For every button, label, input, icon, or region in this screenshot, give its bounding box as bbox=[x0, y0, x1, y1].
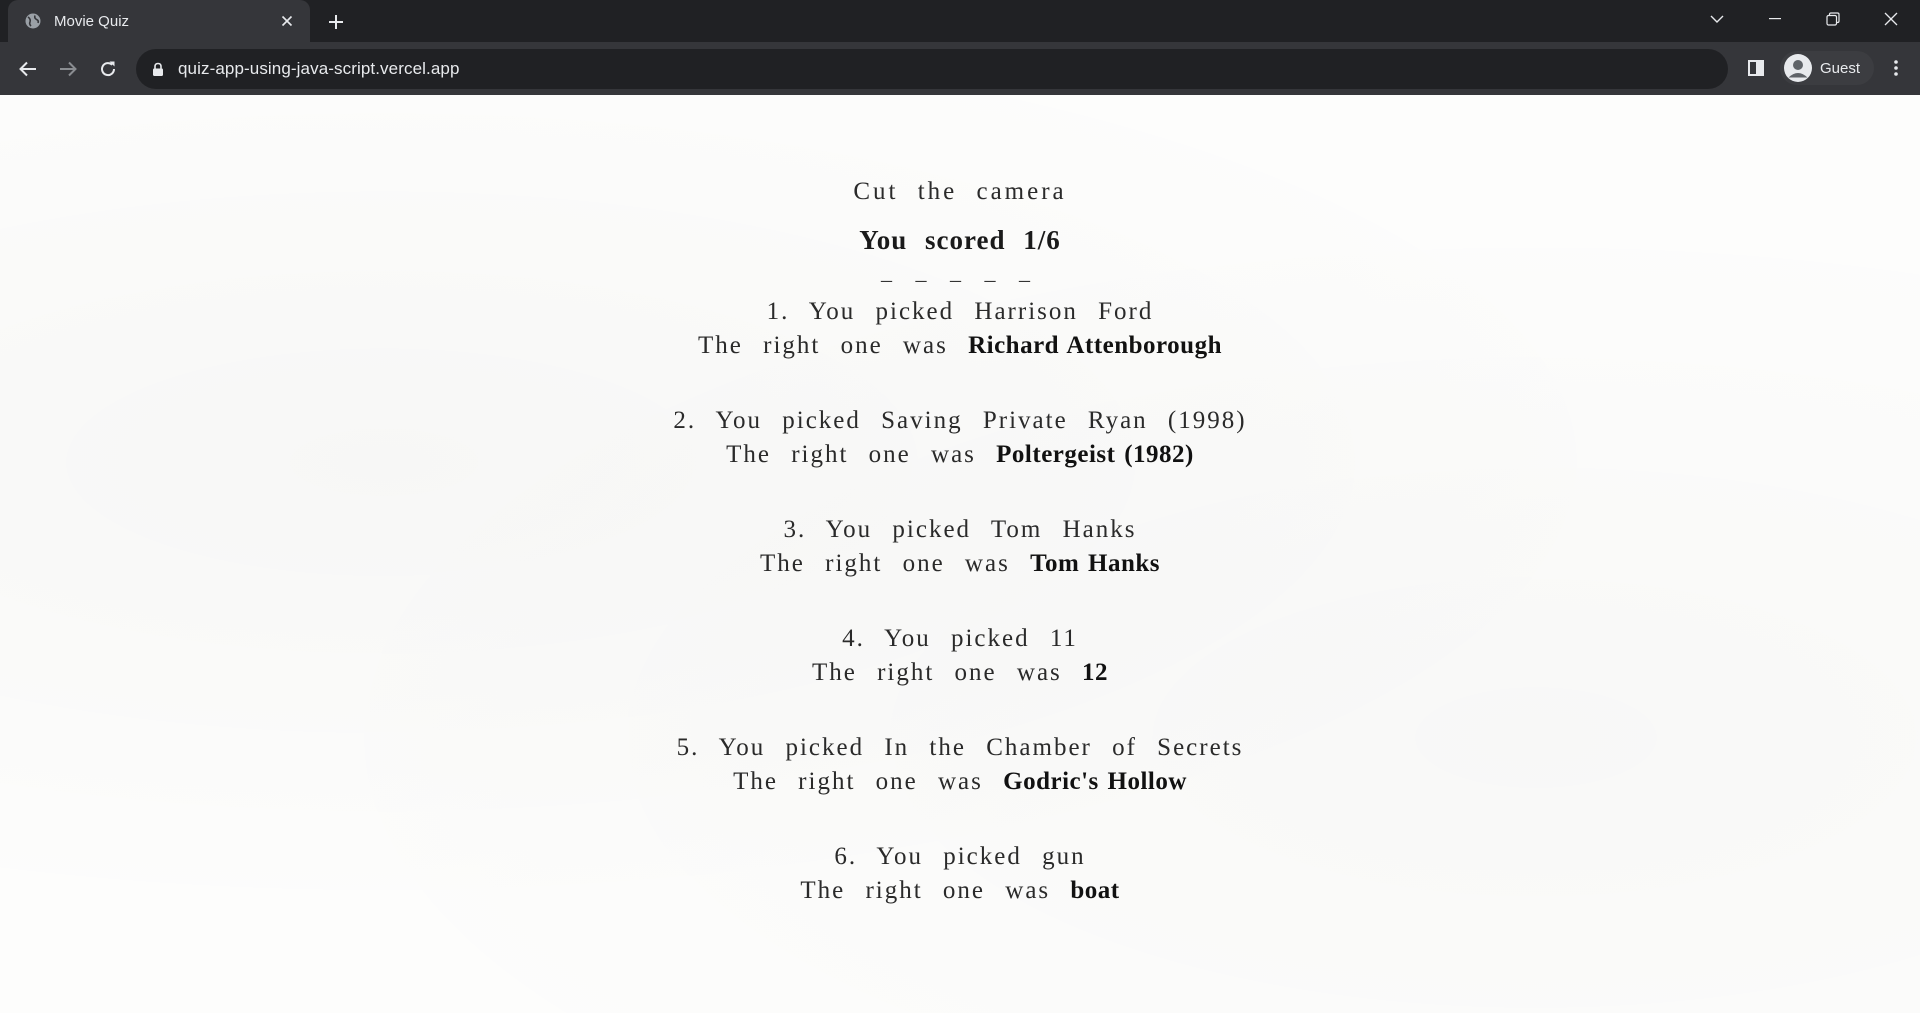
answer-item: 1. You picked Harrison Ford The right on… bbox=[0, 295, 1920, 392]
forward-arrow-icon[interactable] bbox=[48, 49, 88, 89]
tab-close-icon[interactable] bbox=[276, 10, 298, 32]
tab-search-chevron-icon[interactable] bbox=[1688, 0, 1746, 38]
correct-prefix: The right one was bbox=[800, 877, 1051, 904]
answer-item: 5. You picked In the Chamber of Secrets … bbox=[0, 731, 1920, 828]
globe-icon bbox=[24, 12, 42, 30]
restore-icon[interactable] bbox=[1804, 0, 1862, 38]
more-menu-icon[interactable] bbox=[1880, 50, 1912, 86]
picked-answer: 5. You picked In the Chamber of Secrets bbox=[676, 734, 1244, 761]
correct-line: The right one was 12 bbox=[0, 656, 1920, 690]
divider: _ _ _ _ _ bbox=[881, 259, 1039, 284]
quiz-title: Cut the camera bbox=[853, 178, 1067, 205]
correct-line: The right one was boat bbox=[0, 874, 1920, 908]
window-controls bbox=[1688, 0, 1920, 38]
answer-item: 3. You picked Tom Hanks The right one wa… bbox=[0, 513, 1920, 610]
page-content: Cut the camera You scored 1/6 _ _ _ _ _ … bbox=[0, 95, 1920, 1013]
picked-answer: 6. You picked gun bbox=[834, 843, 1086, 870]
address-bar[interactable]: quiz-app-using-java-script.vercel.app bbox=[136, 49, 1728, 89]
picked-answer: 2. You picked Saving Private Ryan (1998) bbox=[673, 407, 1247, 434]
minimize-icon[interactable] bbox=[1746, 0, 1804, 38]
correct-answer: Richard Attenborough bbox=[968, 332, 1222, 359]
correct-prefix: The right one was bbox=[698, 332, 948, 359]
close-window-icon[interactable] bbox=[1862, 0, 1920, 38]
correct-prefix: The right one was bbox=[760, 550, 1010, 577]
profile-button[interactable]: Guest bbox=[1779, 51, 1874, 85]
profile-name: Guest bbox=[1819, 59, 1860, 77]
tab-movie-quiz[interactable]: Movie Quiz bbox=[8, 0, 310, 42]
correct-answer: Tom Hanks bbox=[1030, 550, 1160, 577]
tab-strip: Movie Quiz bbox=[0, 0, 1920, 42]
correct-answer: 12 bbox=[1082, 659, 1109, 686]
answer-item: 4. You picked 11 The right one was 12 bbox=[0, 622, 1920, 719]
picked-answer: 4. You picked 11 bbox=[842, 625, 1078, 652]
correct-line: The right one was Richard Attenborough bbox=[0, 329, 1920, 363]
correct-prefix: The right one was bbox=[811, 659, 1062, 686]
lock-icon[interactable] bbox=[150, 61, 166, 77]
browser-toolbar: quiz-app-using-java-script.vercel.app Gu… bbox=[0, 42, 1920, 95]
side-panel-icon[interactable] bbox=[1738, 50, 1774, 86]
correct-line: The right one was Godric's Hollow bbox=[0, 765, 1920, 799]
quiz-result: Cut the camera You scored 1/6 _ _ _ _ _ … bbox=[0, 175, 1920, 937]
score-text: You scored 1/6 bbox=[859, 225, 1061, 255]
reload-icon[interactable] bbox=[88, 49, 128, 89]
toolbar-actions: Guest bbox=[1738, 48, 1912, 88]
picked-answer: 3. You picked Tom Hanks bbox=[783, 516, 1137, 543]
tab-title: Movie Quiz bbox=[54, 12, 130, 30]
url-text: quiz-app-using-java-script.vercel.app bbox=[178, 59, 460, 78]
picked-answer: 1. You picked Harrison Ford bbox=[766, 298, 1154, 325]
back-arrow-icon[interactable] bbox=[8, 49, 48, 89]
correct-answer: Godric's Hollow bbox=[1003, 768, 1187, 795]
answers-list: 1. You picked Harrison Ford The right on… bbox=[0, 295, 1920, 937]
browser-chrome: Movie Quiz quiz-app-using-java-script.ve… bbox=[0, 0, 1920, 95]
correct-prefix: The right one was bbox=[733, 768, 983, 795]
correct-line: The right one was Tom Hanks bbox=[0, 547, 1920, 581]
correct-answer: Poltergeist (1982) bbox=[996, 441, 1194, 468]
avatar-icon bbox=[1783, 54, 1812, 82]
correct-answer: boat bbox=[1070, 877, 1120, 904]
correct-line: The right one was Poltergeist (1982) bbox=[0, 438, 1920, 472]
answer-item: 2. You picked Saving Private Ryan (1998)… bbox=[0, 404, 1920, 501]
answer-item: 6. You picked gun The right one was boat bbox=[0, 840, 1920, 937]
correct-prefix: The right one was bbox=[726, 441, 976, 468]
new-tab-icon[interactable] bbox=[322, 8, 350, 36]
